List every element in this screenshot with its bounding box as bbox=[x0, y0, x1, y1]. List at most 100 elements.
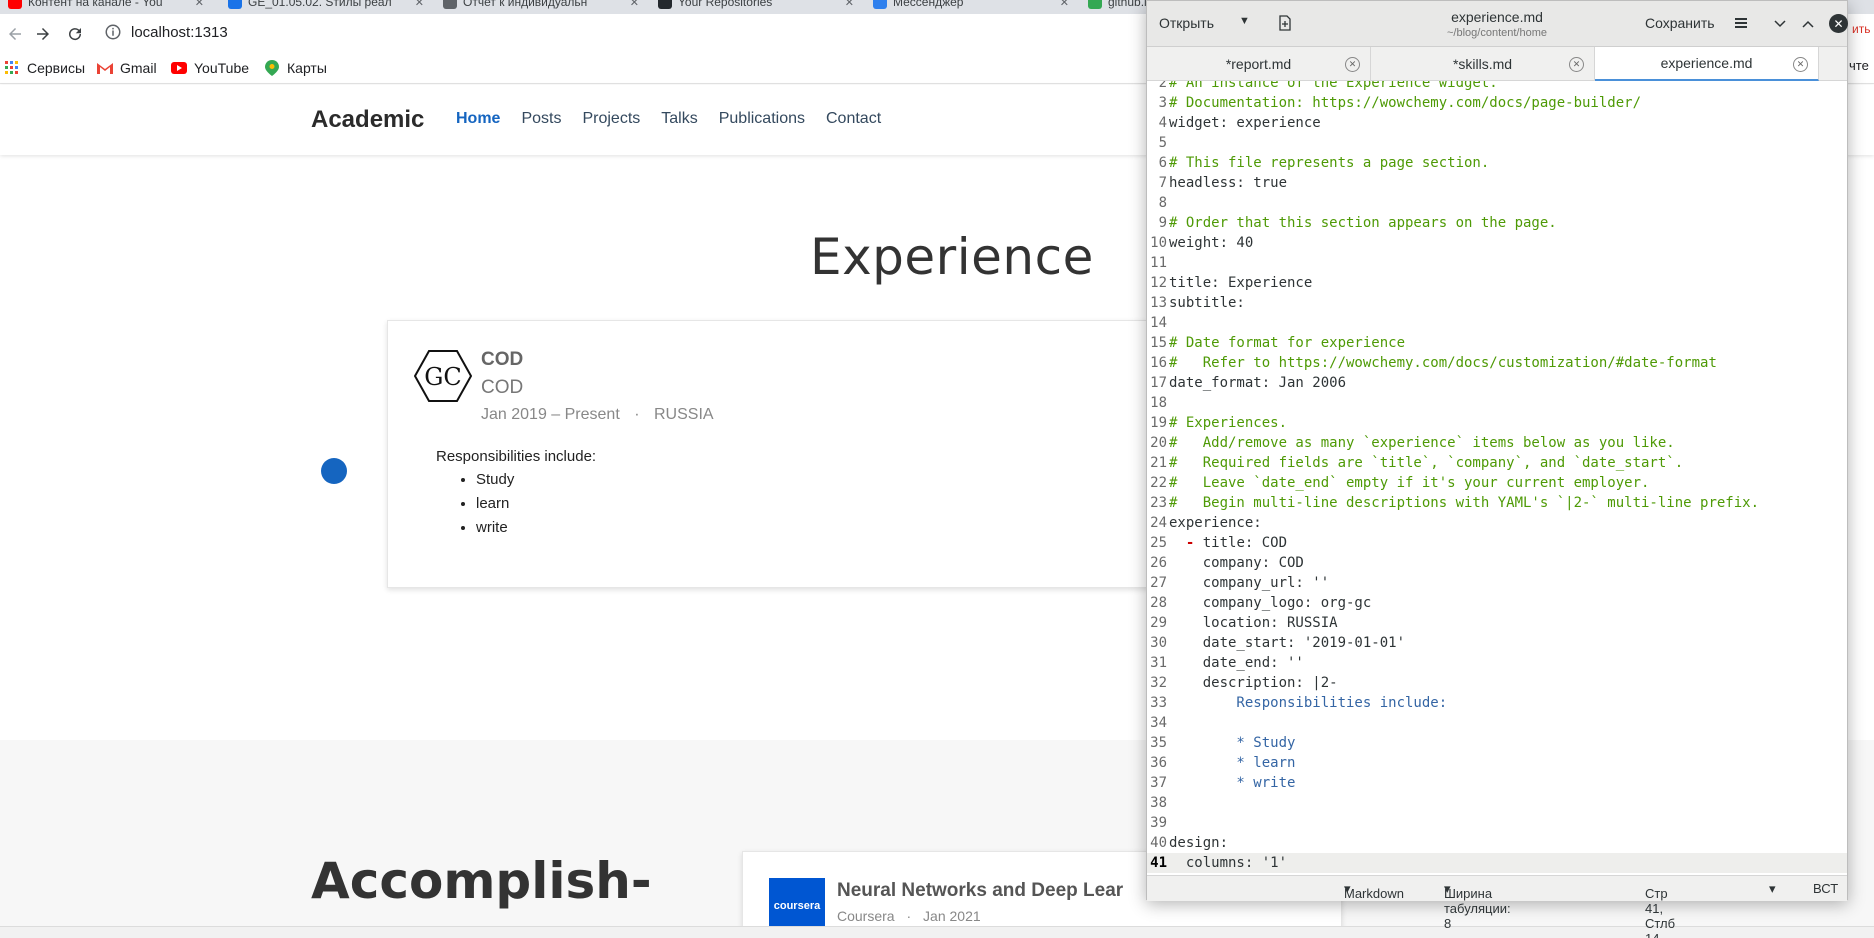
info-icon[interactable] bbox=[104, 23, 122, 41]
reload-icon[interactable] bbox=[62, 21, 88, 47]
code-line[interactable]: 13 subtitle: bbox=[1147, 293, 1847, 313]
line-number: 37 bbox=[1150, 775, 1167, 791]
bookmark-services[interactable]: Сервисы bbox=[4, 58, 85, 78]
code-line[interactable]: 39 bbox=[1147, 813, 1847, 833]
accomplishment-org: Coursera bbox=[837, 908, 895, 924]
menu-contact[interactable]: Contact bbox=[826, 110, 881, 128]
tab-close-icon[interactable]: ✕ bbox=[1345, 57, 1360, 72]
code-line[interactable]: 18 bbox=[1147, 393, 1847, 413]
chevron-down-icon[interactable] bbox=[1771, 15, 1789, 33]
insert-mode[interactable]: ВСТ bbox=[1813, 881, 1838, 896]
code-line[interactable]: 21 # Required fields are `title`, `compan… bbox=[1147, 453, 1847, 473]
menu-publications[interactable]: Publications bbox=[719, 110, 805, 128]
code-line[interactable]: 19 # Experiences. bbox=[1147, 413, 1847, 433]
code-line[interactable]: 5 bbox=[1147, 133, 1847, 153]
tab-close-icon[interactable]: ✕ bbox=[1060, 0, 1069, 9]
company-logo-text: GC bbox=[424, 363, 462, 391]
code-line[interactable]: 31 date_end: '' bbox=[1147, 653, 1847, 673]
code-line[interactable]: 7 headless: true bbox=[1147, 173, 1847, 193]
browser-tab[interactable]: Your Repositories ✕ bbox=[650, 0, 862, 13]
bookmark-youtube[interactable]: YouTube bbox=[171, 58, 249, 78]
accomplishment-title[interactable]: Neural Networks and Deep Lear bbox=[837, 880, 1123, 902]
accomplishment-date: Jan 2021 bbox=[923, 908, 981, 924]
line-number: 40 bbox=[1150, 835, 1167, 851]
tab-close-icon[interactable]: ✕ bbox=[630, 0, 639, 9]
language-selector[interactable]: Markdown ▾ bbox=[1344, 881, 1404, 901]
browser-tab[interactable]: Мессенджер ✕ bbox=[865, 0, 1077, 13]
tab-close-icon[interactable]: ✕ bbox=[195, 0, 204, 9]
hamburger-menu-icon[interactable] bbox=[1733, 15, 1749, 31]
code-line[interactable]: 28 company_logo: org-gc bbox=[1147, 593, 1847, 613]
save-button[interactable]: Сохранить bbox=[1645, 15, 1715, 31]
line-text: # Order that this section appears on the… bbox=[1169, 215, 1557, 231]
code-line[interactable]: 26 company: COD bbox=[1147, 553, 1847, 573]
code-line[interactable]: 6 # This file represents a page section. bbox=[1147, 153, 1847, 173]
code-line[interactable]: 37 * write bbox=[1147, 773, 1847, 793]
code-line[interactable]: 34 bbox=[1147, 713, 1847, 733]
menu-home[interactable]: Home bbox=[456, 110, 500, 128]
browser-tab[interactable]: Отчет к индивидуальн ✕ bbox=[435, 0, 647, 13]
site-brand[interactable]: Academic bbox=[311, 106, 424, 134]
code-line[interactable]: 33 Responsibilities include: bbox=[1147, 693, 1847, 713]
tab-report[interactable]: *report.md ✕ bbox=[1147, 47, 1371, 81]
tab-skills[interactable]: *skills.md ✕ bbox=[1371, 47, 1595, 81]
menu-talks[interactable]: Talks bbox=[661, 110, 697, 128]
address-bar[interactable]: localhost:1313 bbox=[131, 24, 228, 41]
code-line[interactable]: 11 bbox=[1147, 253, 1847, 273]
code-line[interactable]: 16 # Refer to https://wowchemy.com/docs/c… bbox=[1147, 353, 1847, 373]
browser-tab[interactable]: Контент на канале - You ✕ bbox=[0, 0, 212, 13]
youtube-icon bbox=[171, 60, 187, 76]
line-text: title: Experience bbox=[1169, 275, 1313, 291]
maximize-icon[interactable] bbox=[1799, 15, 1817, 33]
bookmark-maps[interactable]: Карты bbox=[264, 58, 327, 78]
meta-separator: · bbox=[634, 406, 640, 423]
code-line[interactable]: 14 bbox=[1147, 313, 1847, 333]
back-icon[interactable] bbox=[2, 21, 28, 47]
tab-experience[interactable]: experience.md ✕ bbox=[1595, 47, 1819, 81]
browser-tab[interactable]: GE_01.05.02. Sтилы реал ✕ bbox=[220, 0, 432, 13]
code-line[interactable]: 3 # Documentation: https://wowchemy.com/d… bbox=[1147, 93, 1847, 113]
tab-close-icon[interactable]: ✕ bbox=[1793, 57, 1808, 72]
code-line[interactable]: 15 # Date format for experience bbox=[1147, 333, 1847, 353]
line-number: 33 bbox=[1150, 695, 1167, 711]
code-line[interactable]: 23 # Begin multi-line descriptions with Y… bbox=[1147, 493, 1847, 513]
line-number: 16 bbox=[1150, 355, 1167, 371]
code-line[interactable]: 38 bbox=[1147, 793, 1847, 813]
code-editor[interactable]: 2 # An instance of the Experience widget.… bbox=[1147, 81, 1847, 875]
tab-close-icon[interactable]: ✕ bbox=[1569, 57, 1584, 72]
tab-close-icon[interactable]: ✕ bbox=[845, 0, 854, 9]
code-line[interactable]: 20 # Add/remove as many `experience` item… bbox=[1147, 433, 1847, 453]
code-line[interactable]: 29 location: RUSSIA bbox=[1147, 613, 1847, 633]
line-number: 10 bbox=[1150, 235, 1167, 251]
code-line[interactable]: 36 * learn bbox=[1147, 753, 1847, 773]
tab-close-icon[interactable]: ✕ bbox=[415, 0, 424, 9]
code-line[interactable]: 4 widget: experience bbox=[1147, 113, 1847, 133]
code-line[interactable]: 27 company_url: '' bbox=[1147, 573, 1847, 593]
code-line[interactable]: 2 # An instance of the Experience widget. bbox=[1147, 81, 1847, 93]
code-line[interactable]: 30 date_start: '2019-01-01' bbox=[1147, 633, 1847, 653]
close-icon[interactable]: ✕ bbox=[1829, 14, 1848, 33]
code-line[interactable]: 10 weight: 40 bbox=[1147, 233, 1847, 253]
menu-projects[interactable]: Projects bbox=[582, 110, 640, 128]
bookmark-gmail[interactable]: Gmail bbox=[97, 58, 157, 78]
code-line[interactable]: 41 columns: '1' bbox=[1147, 853, 1847, 873]
code-line[interactable]: 12 title: Experience bbox=[1147, 273, 1847, 293]
code-line[interactable]: 40 design: bbox=[1147, 833, 1847, 853]
menu-posts[interactable]: Posts bbox=[521, 110, 561, 128]
code-line[interactable]: 35 * Study bbox=[1147, 733, 1847, 753]
maps-icon bbox=[264, 60, 280, 76]
code-line[interactable]: 32 description: |2- bbox=[1147, 673, 1847, 693]
position-dropdown-icon[interactable]: ▾ bbox=[1769, 881, 1776, 897]
code-line[interactable]: 25 - title: COD bbox=[1147, 533, 1847, 553]
code-line[interactable]: 17 date_format: Jan 2006 bbox=[1147, 373, 1847, 393]
line-number: 35 bbox=[1150, 735, 1167, 751]
code-line[interactable]: 8 bbox=[1147, 193, 1847, 213]
tab-width-selector[interactable]: Ширина табуляции: 8 ▾ bbox=[1444, 881, 1511, 931]
line-number: 32 bbox=[1150, 675, 1167, 691]
code-line[interactable]: 9 # Order that this section appears on th… bbox=[1147, 213, 1847, 233]
line-text: headless: true bbox=[1169, 175, 1288, 191]
forward-icon[interactable] bbox=[30, 21, 56, 47]
code-line[interactable]: 22 # Leave `date_end` empty if it's your … bbox=[1147, 473, 1847, 493]
line-number: 7 bbox=[1158, 175, 1167, 191]
code-line[interactable]: 24 experience: bbox=[1147, 513, 1847, 533]
